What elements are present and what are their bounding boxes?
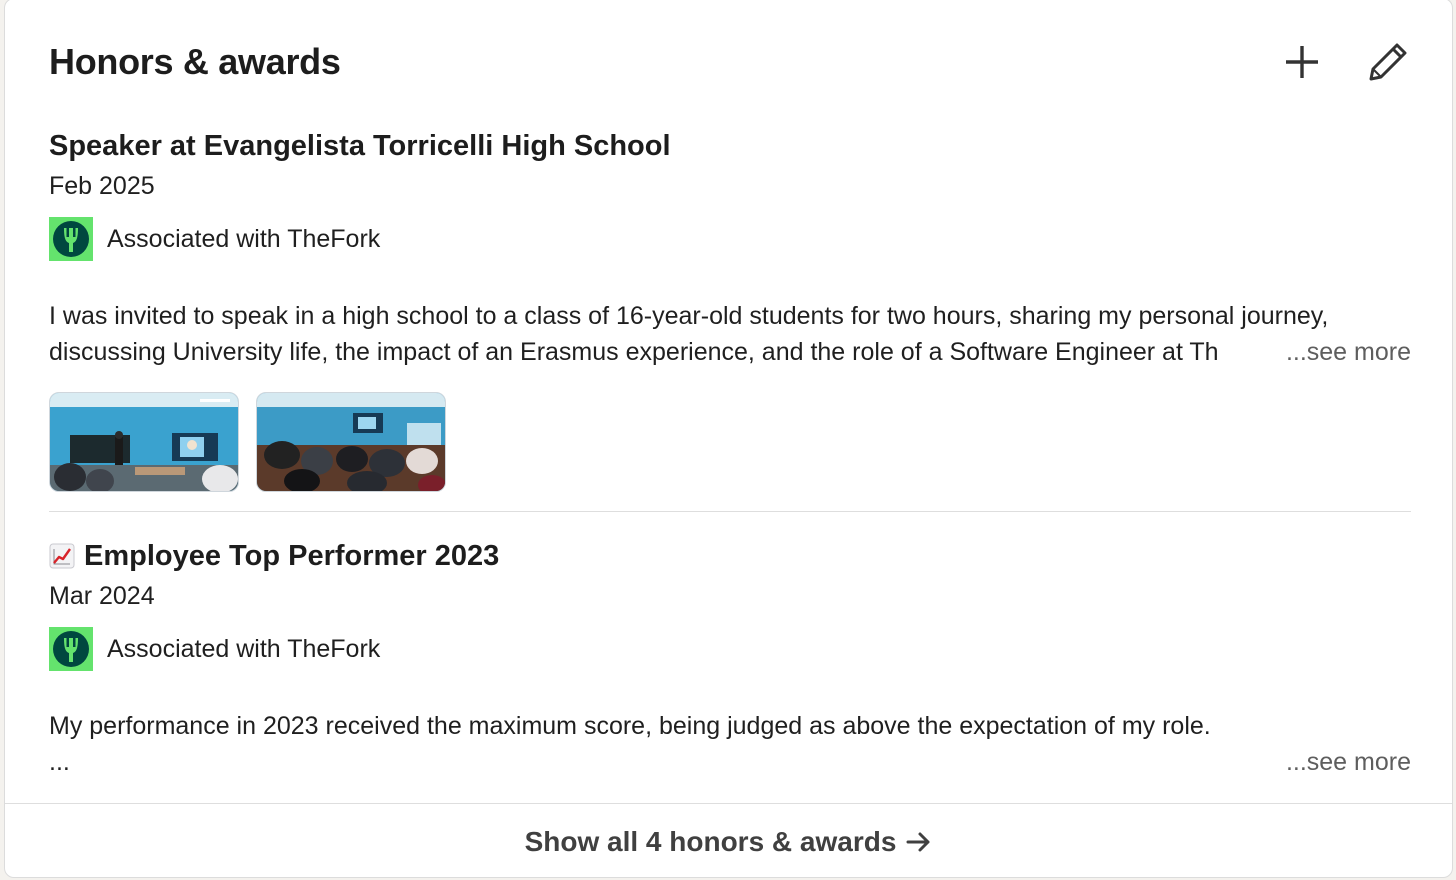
thefork-logo-icon (49, 217, 93, 261)
description-line: discussing University life, the impact o… (49, 338, 1219, 366)
award-date: Feb 2025 (49, 172, 155, 200)
see-more-button[interactable]: ...see more (1271, 334, 1411, 370)
association-row[interactable]: Associated with TheFork (49, 627, 1411, 671)
show-all-awards-button[interactable]: Show all 4 honors & awards (5, 803, 1452, 877)
association-row[interactable]: Associated with TheFork (49, 217, 1411, 261)
see-more-button[interactable]: ...see more (1271, 744, 1411, 780)
award-description: I was invited to speak in a high school … (49, 298, 1411, 370)
media-thumbnails (49, 392, 1411, 492)
classroom-photo-1[interactable] (49, 392, 239, 492)
award-description: My performance in 2023 received the maxi… (49, 708, 1411, 780)
arrow-right-icon (906, 830, 932, 854)
award-entry: Employee Top Performer 2023 Mar 2024 Ass… (49, 537, 1411, 780)
classroom-photo-2[interactable] (256, 392, 446, 492)
pencil-icon (1369, 43, 1407, 81)
add-award-button[interactable] (1272, 32, 1332, 92)
award-title: Employee Top Performer 2023 (84, 540, 500, 572)
award-title-row: Employee Top Performer 2023 (49, 537, 1411, 575)
plus-icon (1286, 46, 1318, 78)
chart-increasing-icon (49, 543, 75, 569)
section-title: Honors & awards (49, 41, 341, 82)
association-text: Associated with TheFork (107, 224, 381, 253)
award-date: Mar 2024 (49, 582, 155, 610)
description-line: My performance in 2023 received the maxi… (49, 712, 1211, 740)
association-text: Associated with TheFork (107, 634, 381, 663)
description-line: I was invited to speak in a high school … (49, 302, 1329, 330)
show-all-label: Show all 4 honors & awards (524, 825, 897, 857)
honors-awards-card: Honors & awards Speaker at Evangelista T… (4, 0, 1453, 878)
entry-divider (49, 511, 1411, 512)
award-title: Speaker at Evangelista Torricelli High S… (49, 130, 671, 162)
description-line: ... (49, 748, 70, 776)
award-entry: Speaker at Evangelista Torricelli High S… (49, 127, 1411, 492)
thefork-logo-icon (49, 627, 93, 671)
edit-awards-button[interactable] (1358, 32, 1418, 92)
